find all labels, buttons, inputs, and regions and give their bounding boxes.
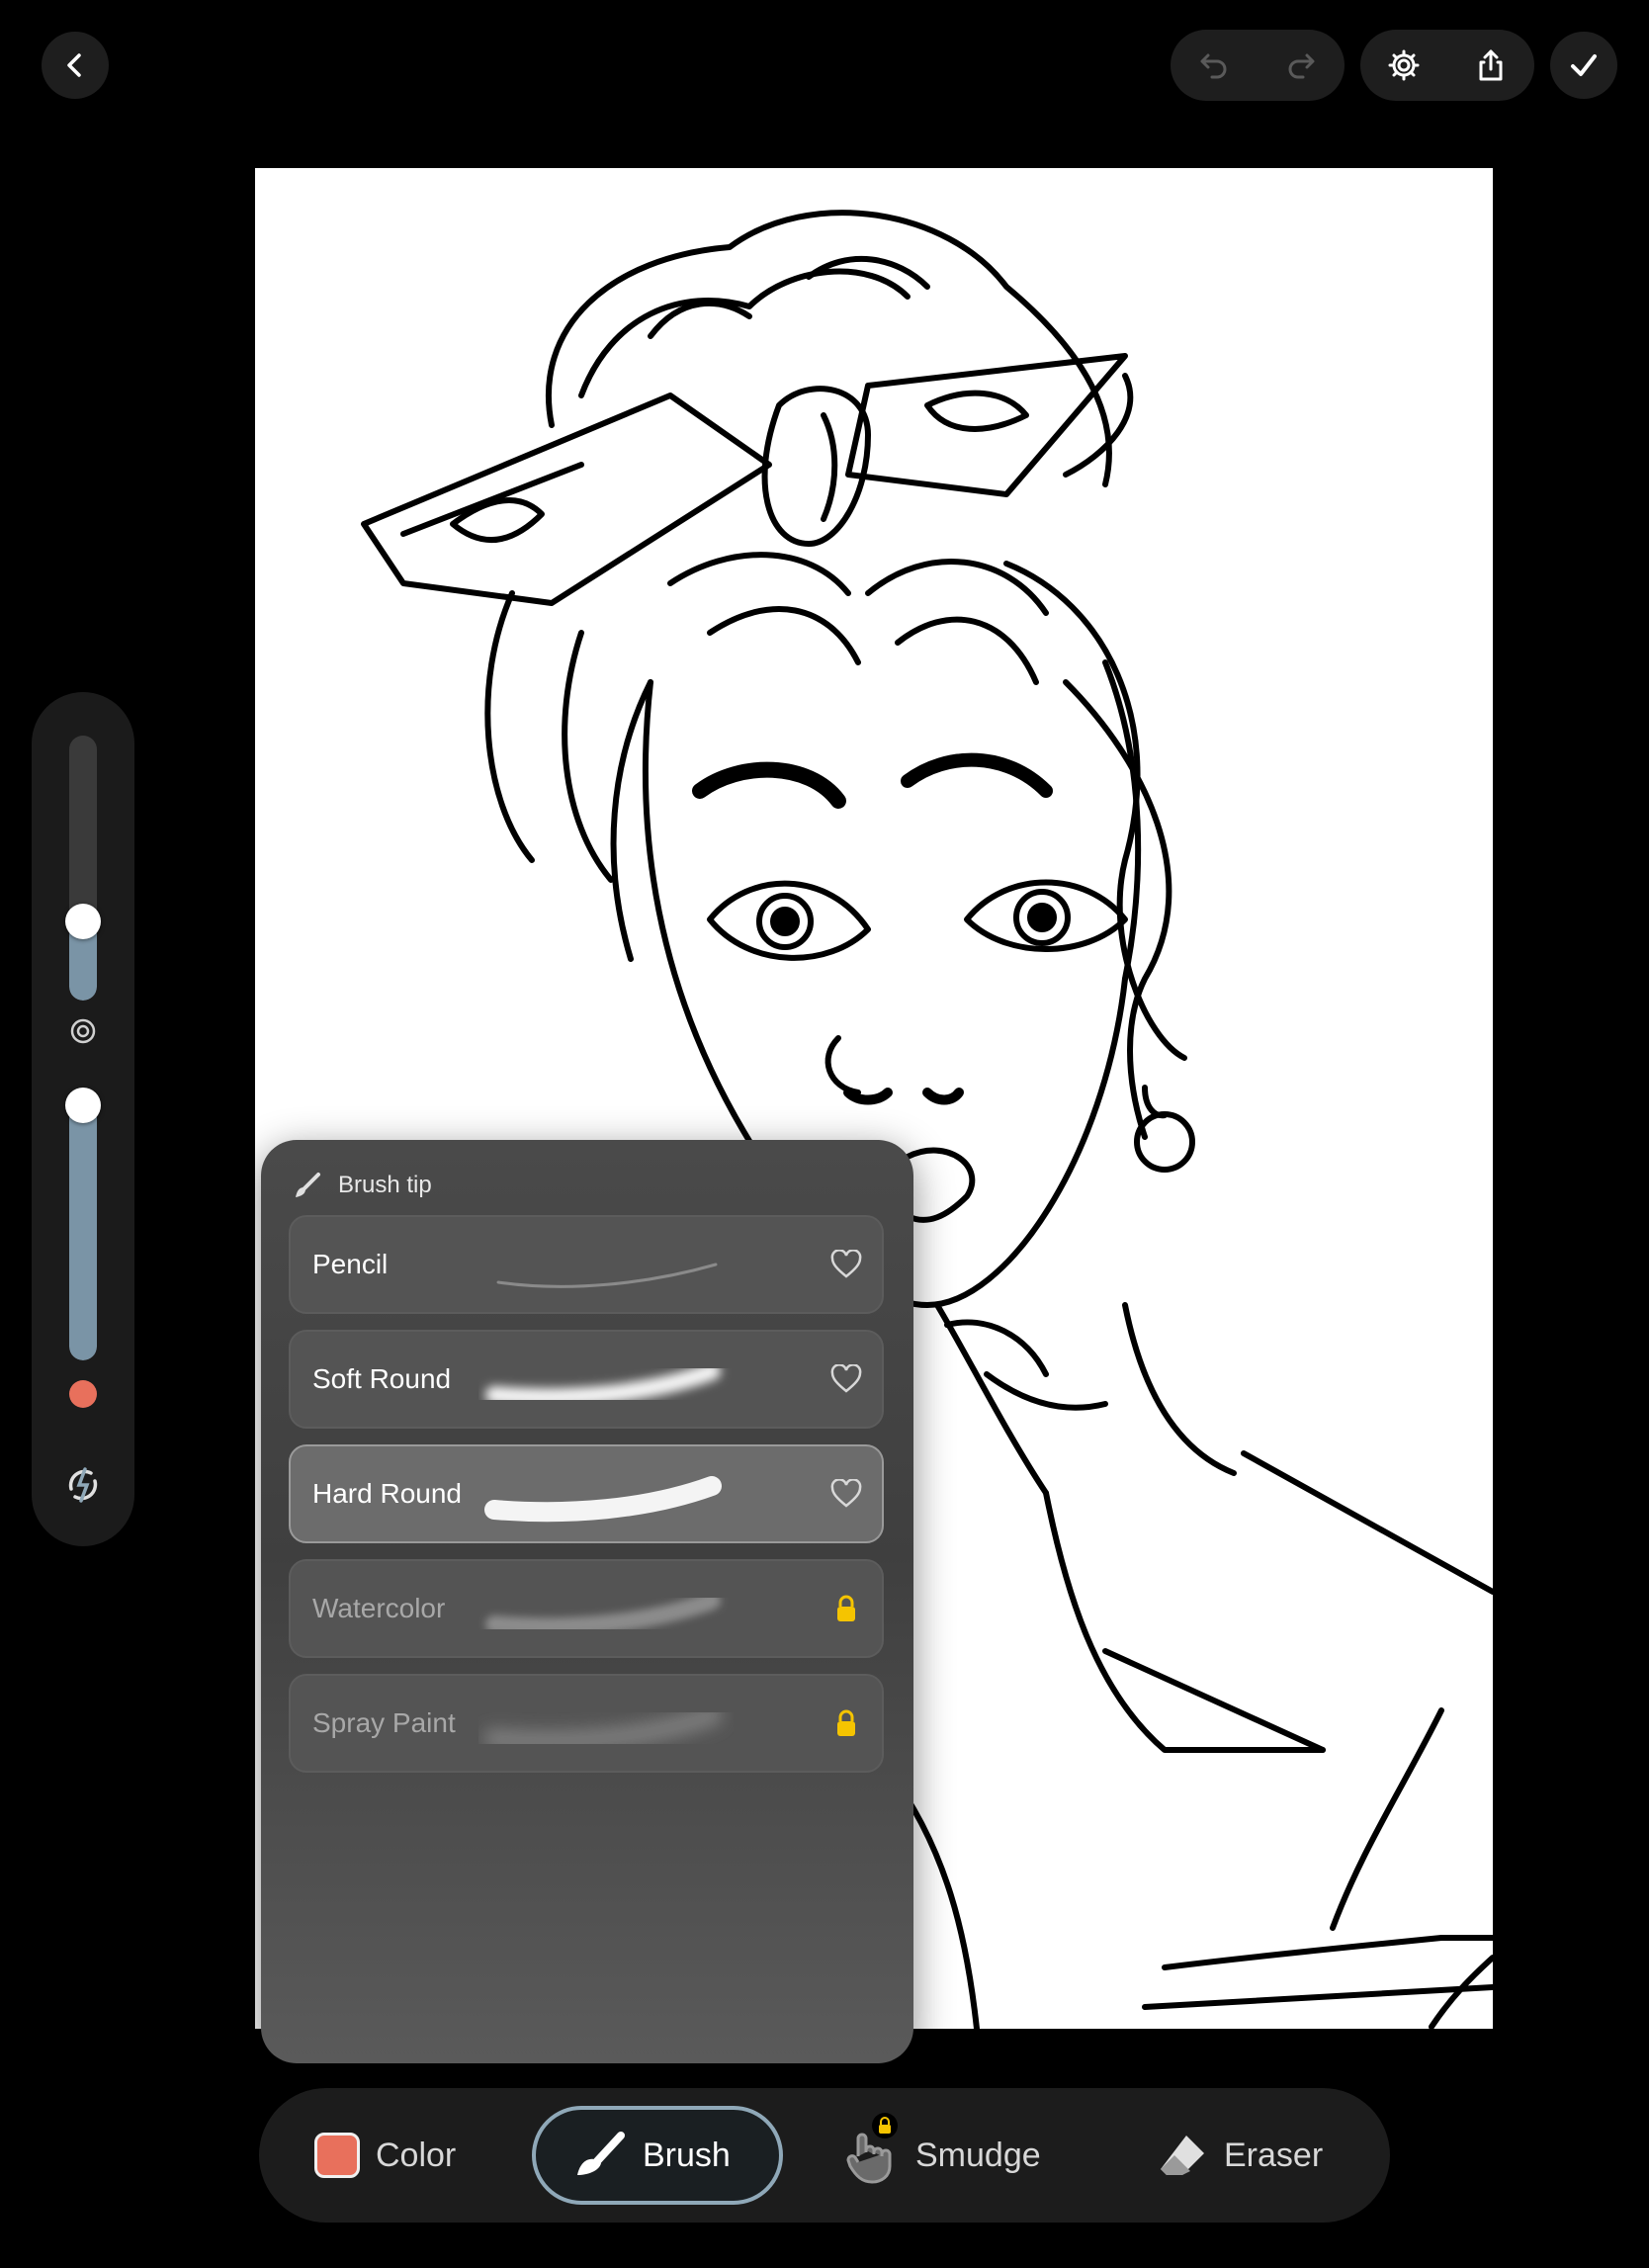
redo-button[interactable] — [1269, 34, 1333, 97]
eraser-tool-label: Eraser — [1224, 2136, 1324, 2174]
brush-label: Spray Paint — [312, 1707, 456, 1738]
hard-round-stroke-preview — [484, 1476, 722, 1523]
concentric-circle-icon — [68, 1016, 98, 1046]
tool-bar: Color Brush Smudge Eraser — [259, 2088, 1390, 2223]
undo-redo-group — [1171, 30, 1345, 101]
brush-size-thumb[interactable] — [65, 904, 101, 939]
done-button[interactable] — [1550, 32, 1617, 99]
watercolor-stroke-preview — [485, 1592, 721, 1636]
lock-icon — [872, 2113, 898, 2138]
lock-icon — [828, 1591, 864, 1626]
brush-size-slider[interactable] — [69, 736, 97, 1001]
brush-label: Watercolor — [312, 1593, 446, 1623]
brush-icon — [293, 1171, 322, 1200]
lock-icon — [828, 1705, 864, 1741]
brush-option-hard-round[interactable]: Hard Round — [289, 1444, 884, 1543]
checkmark-icon — [1567, 48, 1601, 82]
gear-icon — [1386, 47, 1422, 83]
brush-label: Soft Round — [312, 1363, 452, 1394]
brush-tip-popover: Brush tip Pencil Soft Round Hard Round W… — [261, 1140, 913, 2063]
settings-share-group — [1360, 30, 1534, 101]
pressure-swap-icon[interactable] — [61, 1463, 105, 1507]
brush-label: Hard Round — [312, 1478, 462, 1509]
brush-tip-header: Brush tip — [293, 1166, 432, 1205]
settings-button[interactable] — [1372, 34, 1435, 97]
brush-option-soft-round[interactable]: Soft Round — [289, 1330, 884, 1429]
share-icon — [1473, 47, 1509, 83]
brush-opacity-level — [69, 1105, 97, 1360]
heart-icon[interactable] — [828, 1361, 864, 1397]
color-tool-button[interactable]: Color — [314, 2106, 456, 2205]
pencil-stroke-preview — [496, 1263, 718, 1288]
heart-icon[interactable] — [828, 1476, 864, 1512]
spray-paint-stroke-preview — [483, 1704, 723, 1753]
current-color-dot[interactable] — [69, 1380, 97, 1408]
color-swatch — [314, 2133, 360, 2178]
brush-icon — [573, 2132, 627, 2179]
brush-option-pencil[interactable]: Pencil — [289, 1215, 884, 1314]
brush-option-watercolor[interactable]: Watercolor — [289, 1559, 884, 1658]
share-button[interactable] — [1459, 34, 1522, 97]
brush-label: Pencil — [312, 1249, 389, 1279]
heart-icon[interactable] — [828, 1247, 864, 1282]
back-button[interactable] — [42, 32, 109, 99]
brush-tool-button[interactable]: Brush — [532, 2106, 783, 2205]
eraser-icon — [1157, 2132, 1208, 2179]
smudge-hand-icon — [842, 2113, 900, 2184]
brush-opacity-slider[interactable] — [69, 1091, 97, 1360]
soft-round-stroke-preview — [485, 1362, 721, 1407]
brush-tip-title: Brush tip — [338, 1172, 432, 1198]
brush-option-spray-paint[interactable]: Spray Paint — [289, 1674, 884, 1773]
brush-settings-panel — [32, 692, 134, 1546]
smudge-tool-button[interactable]: Smudge — [842, 2106, 1041, 2205]
chevron-left-icon — [60, 50, 90, 80]
color-tool-label: Color — [376, 2136, 457, 2174]
eraser-tool-button[interactable]: Eraser — [1157, 2106, 1323, 2205]
undo-button[interactable] — [1182, 34, 1246, 97]
redo-icon — [1283, 47, 1319, 83]
undo-icon — [1196, 47, 1232, 83]
smudge-tool-label: Smudge — [915, 2136, 1041, 2174]
brush-opacity-thumb[interactable] — [65, 1088, 101, 1123]
brush-tool-label: Brush — [643, 2136, 731, 2174]
